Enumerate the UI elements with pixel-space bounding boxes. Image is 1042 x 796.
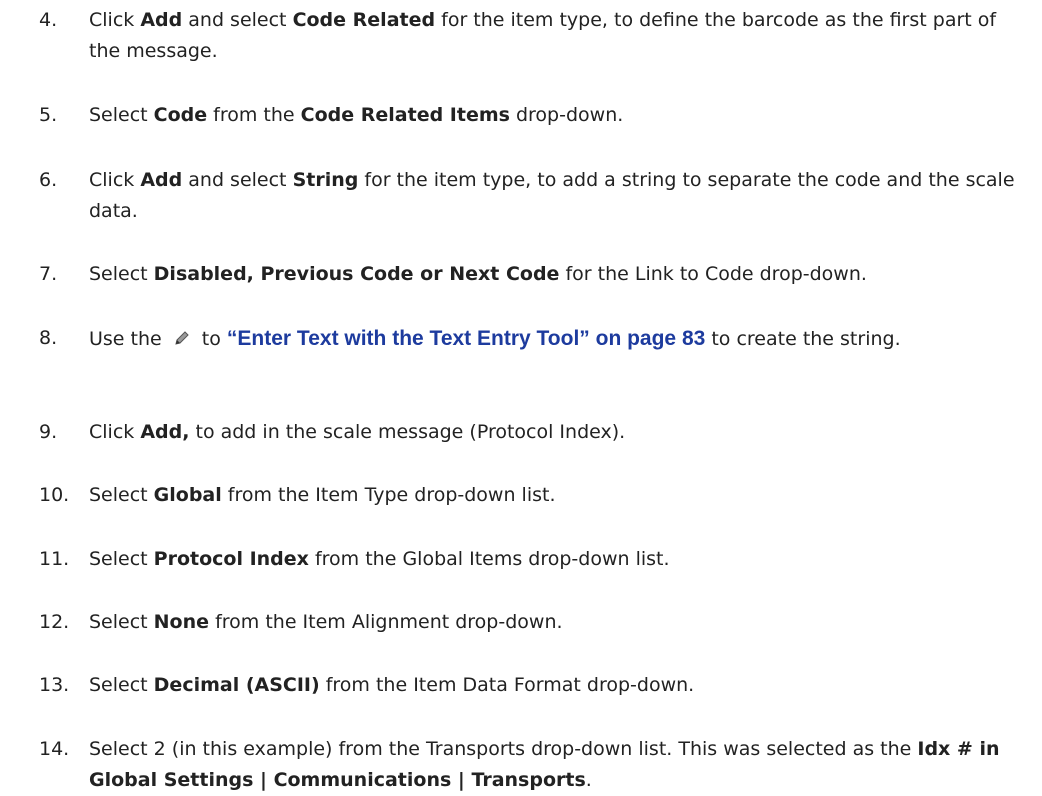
step-text: Click Add and select String for the item… bbox=[89, 165, 1019, 227]
step-text: Use the to “Enter Text with the Text Ent… bbox=[89, 323, 1019, 355]
step-text-run: Select bbox=[89, 674, 154, 696]
step-text-run: for the Link to Code drop-down. bbox=[559, 263, 867, 285]
ui-term: String bbox=[292, 169, 359, 191]
step-number: 12. bbox=[39, 611, 70, 633]
step-text-run: Click bbox=[89, 169, 141, 191]
step-number: 13. bbox=[39, 674, 70, 696]
pencil-icon bbox=[172, 327, 192, 347]
step-text: Select 2 (in this example) from the Tran… bbox=[89, 734, 1019, 796]
step-number: 6. bbox=[39, 169, 58, 191]
step-text-run: to bbox=[195, 328, 227, 350]
step-text: Click Add, to add in the scale message (… bbox=[89, 417, 1019, 448]
step-number: 4. bbox=[39, 9, 58, 31]
step-text-run: and select bbox=[182, 9, 293, 31]
step-number: 10. bbox=[39, 484, 70, 506]
ui-term: Disabled, Previous Code or Next Code bbox=[153, 263, 560, 285]
step-text-run: Select bbox=[89, 548, 154, 570]
cross-reference-link[interactable]: “Enter Text with the Text Entry Tool” on… bbox=[227, 327, 705, 350]
step-text-run: from the Item Type drop-down list. bbox=[221, 484, 556, 506]
step-text-run: to add in the scale message (Protocol In… bbox=[189, 421, 626, 443]
ui-term: Code Related Items bbox=[300, 104, 510, 126]
ui-term: Add bbox=[140, 9, 183, 31]
step-text-run: from the bbox=[207, 104, 301, 126]
step-text-run: Select bbox=[89, 263, 154, 285]
step-text: Select Decimal (ASCII) from the Item Dat… bbox=[89, 670, 1019, 701]
ui-term: Protocol Index bbox=[153, 548, 309, 570]
ui-term: Decimal (ASCII) bbox=[153, 674, 320, 696]
ui-term: Code bbox=[153, 104, 208, 126]
step-text-run: Select bbox=[89, 104, 154, 126]
ui-term: Code Related bbox=[292, 9, 436, 31]
step-number: 7. bbox=[39, 263, 58, 285]
step-text-run: from the Global Items drop-down list. bbox=[308, 548, 670, 570]
step-text-run: to create the string. bbox=[705, 328, 901, 350]
step-text: Select None from the Item Alignment drop… bbox=[89, 607, 1019, 638]
step-text: Click Add and select Code Related for th… bbox=[89, 5, 1019, 67]
step-text-run: drop-down. bbox=[509, 104, 624, 126]
step-text-run: and select bbox=[182, 169, 293, 191]
step-number: 9. bbox=[39, 421, 58, 443]
step-number: 14. bbox=[39, 738, 70, 760]
ui-term: Add, bbox=[140, 421, 190, 443]
step-text-run: from the Item Alignment drop-down. bbox=[209, 611, 563, 633]
step-text: Select Disabled, Previous Code or Next C… bbox=[89, 259, 1019, 290]
step-number: 11. bbox=[39, 548, 70, 570]
step-text-run: Click bbox=[89, 421, 141, 443]
step-text-run: Click bbox=[89, 9, 141, 31]
step-text: Select Global from the Item Type drop-do… bbox=[89, 480, 1019, 511]
step-text-run: Select bbox=[89, 484, 154, 506]
ui-term: None bbox=[153, 611, 210, 633]
step-text: Select Code from the Code Related Items … bbox=[89, 100, 1019, 131]
step-text-run: Select 2 (in this example) from the Tran… bbox=[89, 738, 918, 760]
step-number: 8. bbox=[39, 327, 58, 349]
step-text-run: Select bbox=[89, 611, 154, 633]
step-number: 5. bbox=[39, 104, 58, 126]
step-text-run: Use the bbox=[89, 328, 168, 350]
step-text: Select Protocol Index from the Global It… bbox=[89, 544, 1019, 575]
step-text-run: from the Item Data Format drop-down. bbox=[319, 674, 695, 696]
ui-term: Add bbox=[140, 169, 183, 191]
step-text-run: . bbox=[585, 769, 592, 791]
ui-term: Global bbox=[153, 484, 222, 506]
